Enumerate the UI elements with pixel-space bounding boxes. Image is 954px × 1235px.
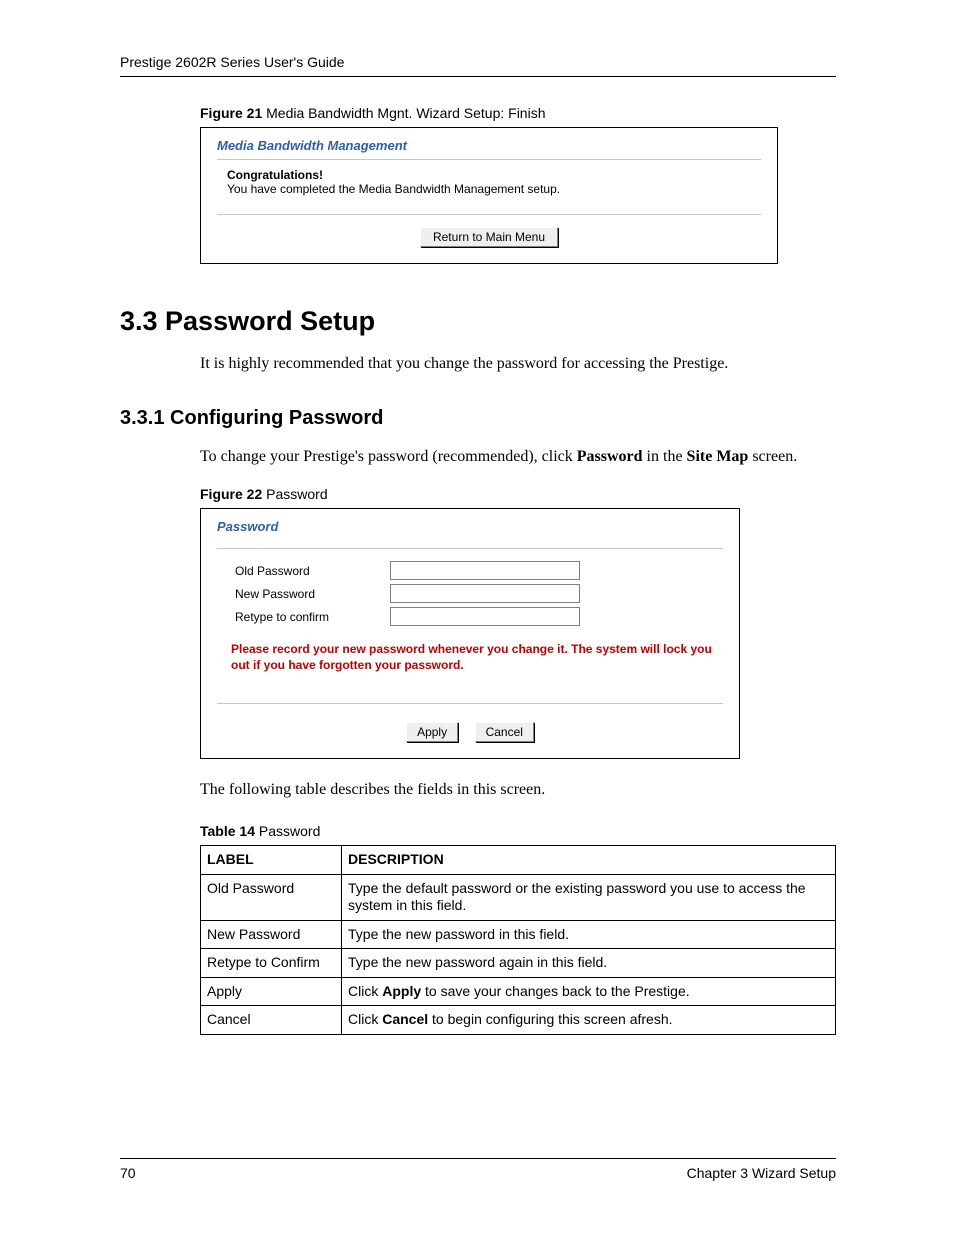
table-intro: The following table describes the fields… [200, 781, 836, 799]
running-header: Prestige 2602R Series User's Guide [120, 54, 836, 77]
p2-pre: To change your Prestige's password (reco… [200, 448, 577, 465]
cell-desc: Type the default password or the existin… [342, 874, 836, 920]
new-password-row: New Password [217, 584, 723, 603]
page-number: 70 [120, 1165, 136, 1181]
th-description: DESCRIPTION [342, 846, 836, 875]
p2-end: screen. [748, 448, 797, 465]
th-label: LABEL [201, 846, 342, 875]
cancel-button[interactable]: Cancel [475, 722, 534, 742]
divider [217, 548, 723, 549]
figure21-caption: Figure 21 Media Bandwidth Mgnt. Wizard S… [200, 105, 836, 121]
page-footer: 70 Chapter 3 Wizard Setup [120, 1158, 836, 1181]
figure21-caption-text: Media Bandwidth Mgnt. Wizard Setup: Fini… [262, 105, 545, 121]
p2-password-bold: Password [577, 448, 643, 465]
congratulations-text: You have completed the Media Bandwidth M… [227, 182, 761, 196]
figure21-body: Congratulations! You have completed the … [217, 168, 761, 196]
txt: Click [348, 983, 382, 999]
cell-label: New Password [201, 920, 342, 949]
congratulations-heading: Congratulations! [227, 168, 761, 182]
divider [217, 703, 723, 704]
cell-label: Old Password [201, 874, 342, 920]
txt: to begin configuring this screen afresh. [428, 1011, 672, 1027]
p2-mid: in the [643, 448, 687, 465]
password-warning: Please record your new password whenever… [217, 630, 723, 673]
figure22-caption-bold: Figure 22 [200, 486, 262, 502]
new-password-field[interactable] [390, 584, 580, 603]
page: Prestige 2602R Series User's Guide Figur… [0, 0, 954, 1235]
table-row: Apply Click Apply to save your changes b… [201, 977, 836, 1006]
cell-desc: Type the new password again in this fiel… [342, 949, 836, 978]
divider [217, 214, 761, 215]
old-password-label: Old Password [235, 564, 390, 578]
new-password-label: New Password [235, 587, 390, 601]
retype-password-field[interactable] [390, 607, 580, 626]
chapter-label: Chapter 3 Wizard Setup [687, 1165, 836, 1181]
figure21-screenshot: Media Bandwidth Management Congratulatio… [200, 127, 778, 264]
figure21-caption-bold: Figure 21 [200, 105, 262, 121]
section-3-3-heading: 3.3 Password Setup [120, 306, 836, 337]
apply-button[interactable]: Apply [406, 722, 458, 742]
table-row: Cancel Click Cancel to begin configuring… [201, 1006, 836, 1035]
table-row: Old Password Type the default password o… [201, 874, 836, 920]
section-3-3-1-heading: 3.3.1 Configuring Password [120, 407, 836, 430]
section-3-3-paragraph: It is highly recommended that you change… [200, 355, 836, 373]
bold-cancel: Cancel [382, 1011, 428, 1027]
figure22-screenshot: Password Old Password New Password Retyp… [200, 508, 740, 759]
txt: to save your changes back to the Prestig… [421, 983, 690, 999]
cell-label: Retype to Confirm [201, 949, 342, 978]
table-row: Retype to Confirm Type the new password … [201, 949, 836, 978]
figure22-button-row: Apply Cancel [217, 714, 723, 742]
retype-password-row: Retype to confirm [217, 607, 723, 626]
table14-caption-text: Password [255, 823, 320, 839]
section-3-3-1-paragraph: To change your Prestige's password (reco… [200, 448, 836, 466]
p2-sitemap-bold: Site Map [687, 448, 749, 465]
table14-caption-bold: Table 14 [200, 823, 255, 839]
table14: LABEL DESCRIPTION Old Password Type the … [200, 845, 836, 1035]
figure22-caption-text: Password [262, 486, 327, 502]
old-password-field[interactable] [390, 561, 580, 580]
txt: Click [348, 1011, 382, 1027]
table14-caption: Table 14 Password [200, 823, 836, 839]
return-main-menu-button[interactable]: Return to Main Menu [420, 227, 558, 247]
figure21-button-row: Return to Main Menu [217, 227, 761, 247]
figure22-panel-title: Password [217, 519, 723, 540]
cell-desc: Type the new password in this field. [342, 920, 836, 949]
cell-label: Cancel [201, 1006, 342, 1035]
table-row: New Password Type the new password in th… [201, 920, 836, 949]
cell-desc: Click Apply to save your changes back to… [342, 977, 836, 1006]
retype-password-label: Retype to confirm [235, 610, 390, 624]
old-password-row: Old Password [217, 561, 723, 580]
cell-label: Apply [201, 977, 342, 1006]
cell-desc: Click Cancel to begin configuring this s… [342, 1006, 836, 1035]
table-header-row: LABEL DESCRIPTION [201, 846, 836, 875]
figure22-caption: Figure 22 Password [200, 486, 836, 502]
bold-apply: Apply [382, 983, 421, 999]
figure21-panel-title: Media Bandwidth Management [217, 138, 761, 160]
